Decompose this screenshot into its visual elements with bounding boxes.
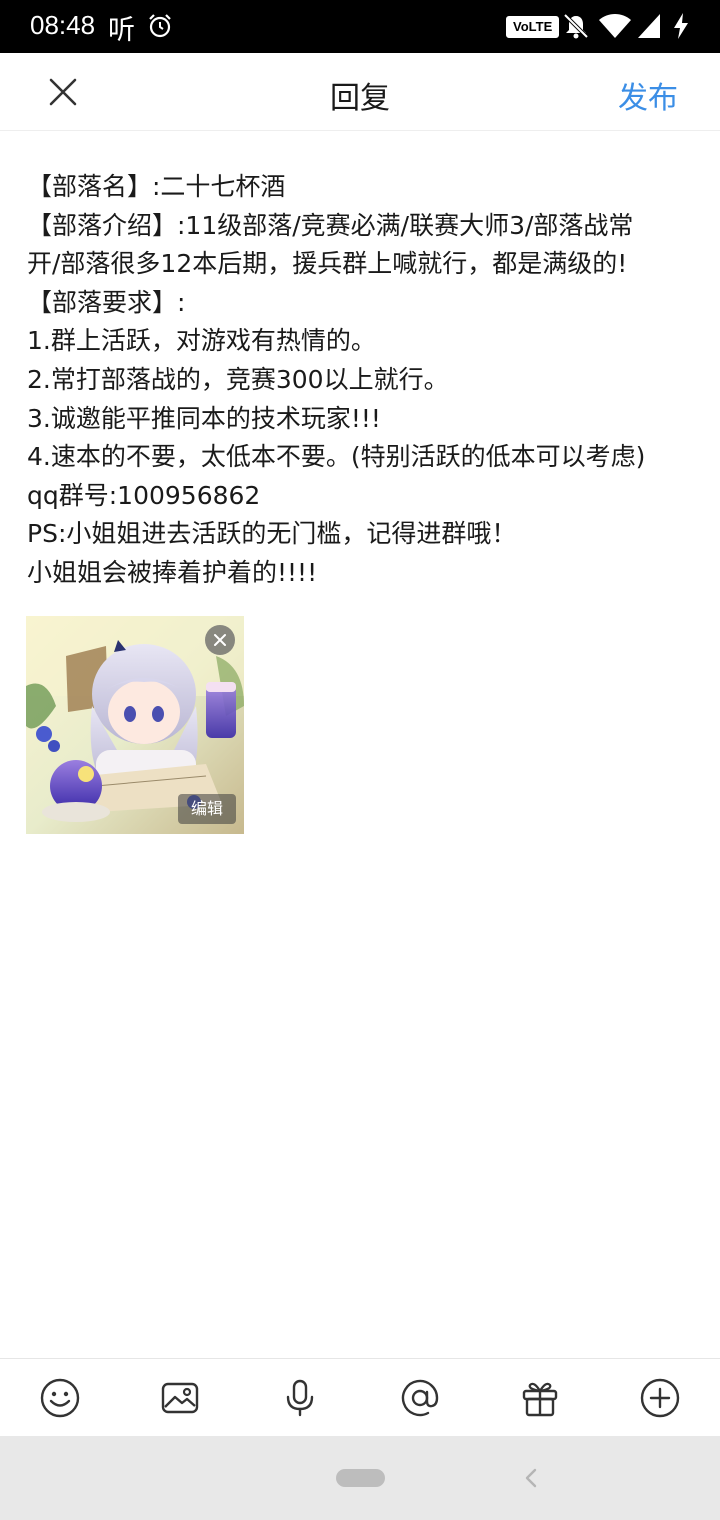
compose-toolbar	[0, 1358, 720, 1436]
remove-image-button[interactable]	[205, 625, 235, 655]
gift-button[interactable]	[519, 1377, 561, 1419]
image-button[interactable]	[159, 1377, 201, 1419]
add-icon	[640, 1378, 680, 1418]
wifi-icon	[599, 14, 631, 38]
post-line: 小姐姐会被捧着护着的!!!!	[27, 557, 318, 587]
post-line: 【部落介绍】:11级部落/竞赛必满/联赛大师3/部落战常	[27, 210, 634, 240]
gift-icon	[522, 1382, 558, 1417]
close-circle-icon	[214, 634, 226, 646]
post-line: 3.诚邀能平推同本的技术玩家!!!	[27, 403, 381, 433]
edit-image-button[interactable]: 编辑	[178, 794, 236, 824]
post-line: qq群号:100956862	[27, 480, 261, 510]
signal-icon	[638, 14, 660, 38]
back-icon[interactable]	[521, 1466, 541, 1490]
post-line: 2.常打部落战的，竞赛300以上就行。	[27, 364, 449, 394]
emoji-button[interactable]	[39, 1377, 81, 1419]
status-time: 08:48	[30, 10, 96, 40]
charging-icon	[674, 13, 688, 39]
mention-button[interactable]	[399, 1377, 441, 1419]
post-line: 4.速本的不要，太低本不要。(特别活跃的低本可以考虑)	[27, 442, 646, 472]
add-more-button[interactable]	[639, 1377, 681, 1419]
image-icon	[161, 1382, 199, 1414]
status-bar: 08:48 听 VoLTE	[0, 0, 720, 53]
alarm-icon	[149, 14, 171, 38]
voice-button[interactable]	[279, 1377, 321, 1419]
app-notification-icon: 听	[108, 15, 135, 46]
publish-button[interactable]: 发布	[618, 73, 678, 117]
post-line: 【部落要求】:	[27, 287, 186, 317]
reply-text-input[interactable]: 【部落名】:二十七杯酒 【部落介绍】:11级部落/竞赛必满/联赛大师3/部落战常…	[27, 168, 697, 593]
emoji-icon	[40, 1378, 80, 1418]
mute-icon	[563, 13, 589, 39]
microphone-icon	[286, 1379, 314, 1417]
post-line: 【部落名】:二十七杯酒	[27, 172, 286, 201]
post-line: 1.群上活跃，对游戏有热情的。	[27, 326, 376, 356]
system-nav-bar	[0, 1436, 720, 1520]
home-pill-button[interactable]	[336, 1469, 385, 1487]
mention-icon	[401, 1379, 439, 1417]
post-line: 开/部落很多12本后期，援兵群上喊就行，都是满级的!	[27, 249, 628, 279]
reply-header: 回复 发布	[0, 53, 720, 131]
page-title: 回复	[330, 81, 390, 116]
post-line: PS:小姐姐进去活跃的无门槛，记得进群哦！	[27, 519, 517, 549]
volte-badge: VoLTE	[506, 16, 560, 38]
